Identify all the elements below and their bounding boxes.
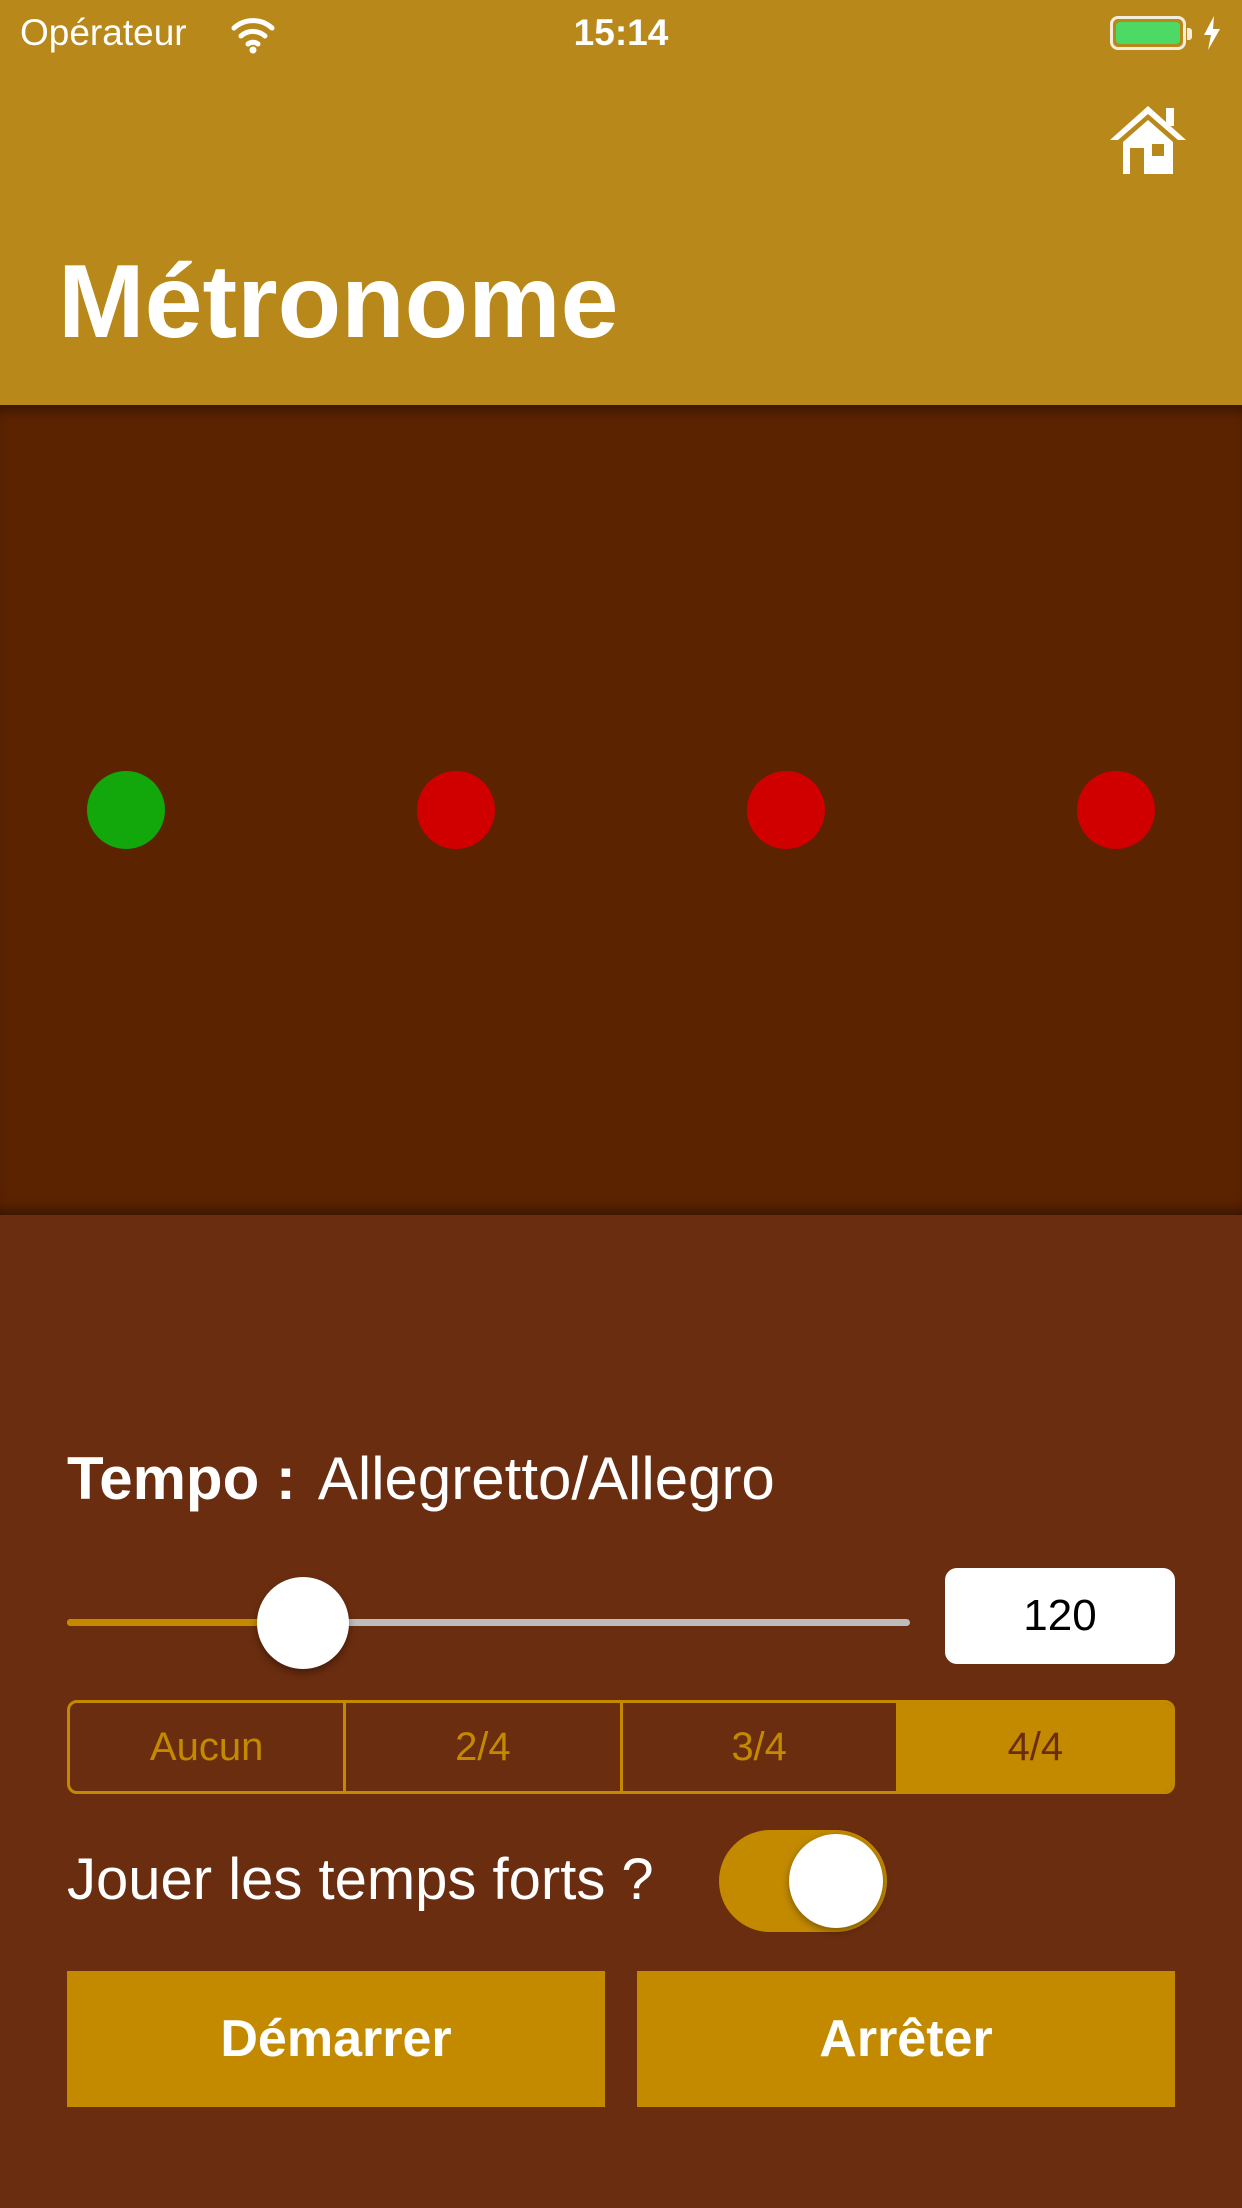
segment-2-4[interactable]: 2/4 [346, 1703, 623, 1791]
status-bar: Opérateur 15:14 [0, 0, 1242, 66]
start-button[interactable]: Démarrer [67, 1971, 605, 2107]
beat-indicator-4 [1077, 771, 1155, 849]
page-title: Métronome [58, 244, 619, 360]
beat-indicator-1 [87, 771, 165, 849]
tempo-name: Allegretto/Allegro [317, 1445, 775, 1512]
battery-icon [1110, 16, 1192, 50]
beat-indicator-2 [417, 771, 495, 849]
segment-4-4[interactable]: 4/4 [898, 1703, 1172, 1791]
beat-indicator-3 [747, 771, 825, 849]
tempo-label: Tempo : [67, 1445, 296, 1512]
time-signature-selector: Aucun 2/4 3/4 4/4 [67, 1700, 1175, 1794]
stop-button[interactable]: Arrêter [637, 1971, 1175, 2107]
clock: 15:14 [573, 12, 669, 53]
home-icon[interactable] [1108, 100, 1188, 180]
segment-none[interactable]: Aucun [70, 1703, 347, 1791]
accent-label: Jouer les temps forts ? [67, 1847, 654, 1912]
toggle-knob [789, 1834, 883, 1928]
accent-toggle[interactable] [719, 1830, 887, 1932]
beat-visualizer [0, 405, 1242, 1215]
bpm-field[interactable] [945, 1568, 1175, 1664]
segment-3-4[interactable]: 3/4 [623, 1703, 899, 1791]
app-header: Opérateur 15:14 Métronome [0, 0, 1242, 405]
tempo-slider[interactable] [67, 1577, 910, 1669]
slider-thumb[interactable] [257, 1577, 350, 1669]
charging-icon [1204, 16, 1220, 50]
tempo-row: Tempo : Allegretto/Allegro [67, 1444, 775, 1514]
